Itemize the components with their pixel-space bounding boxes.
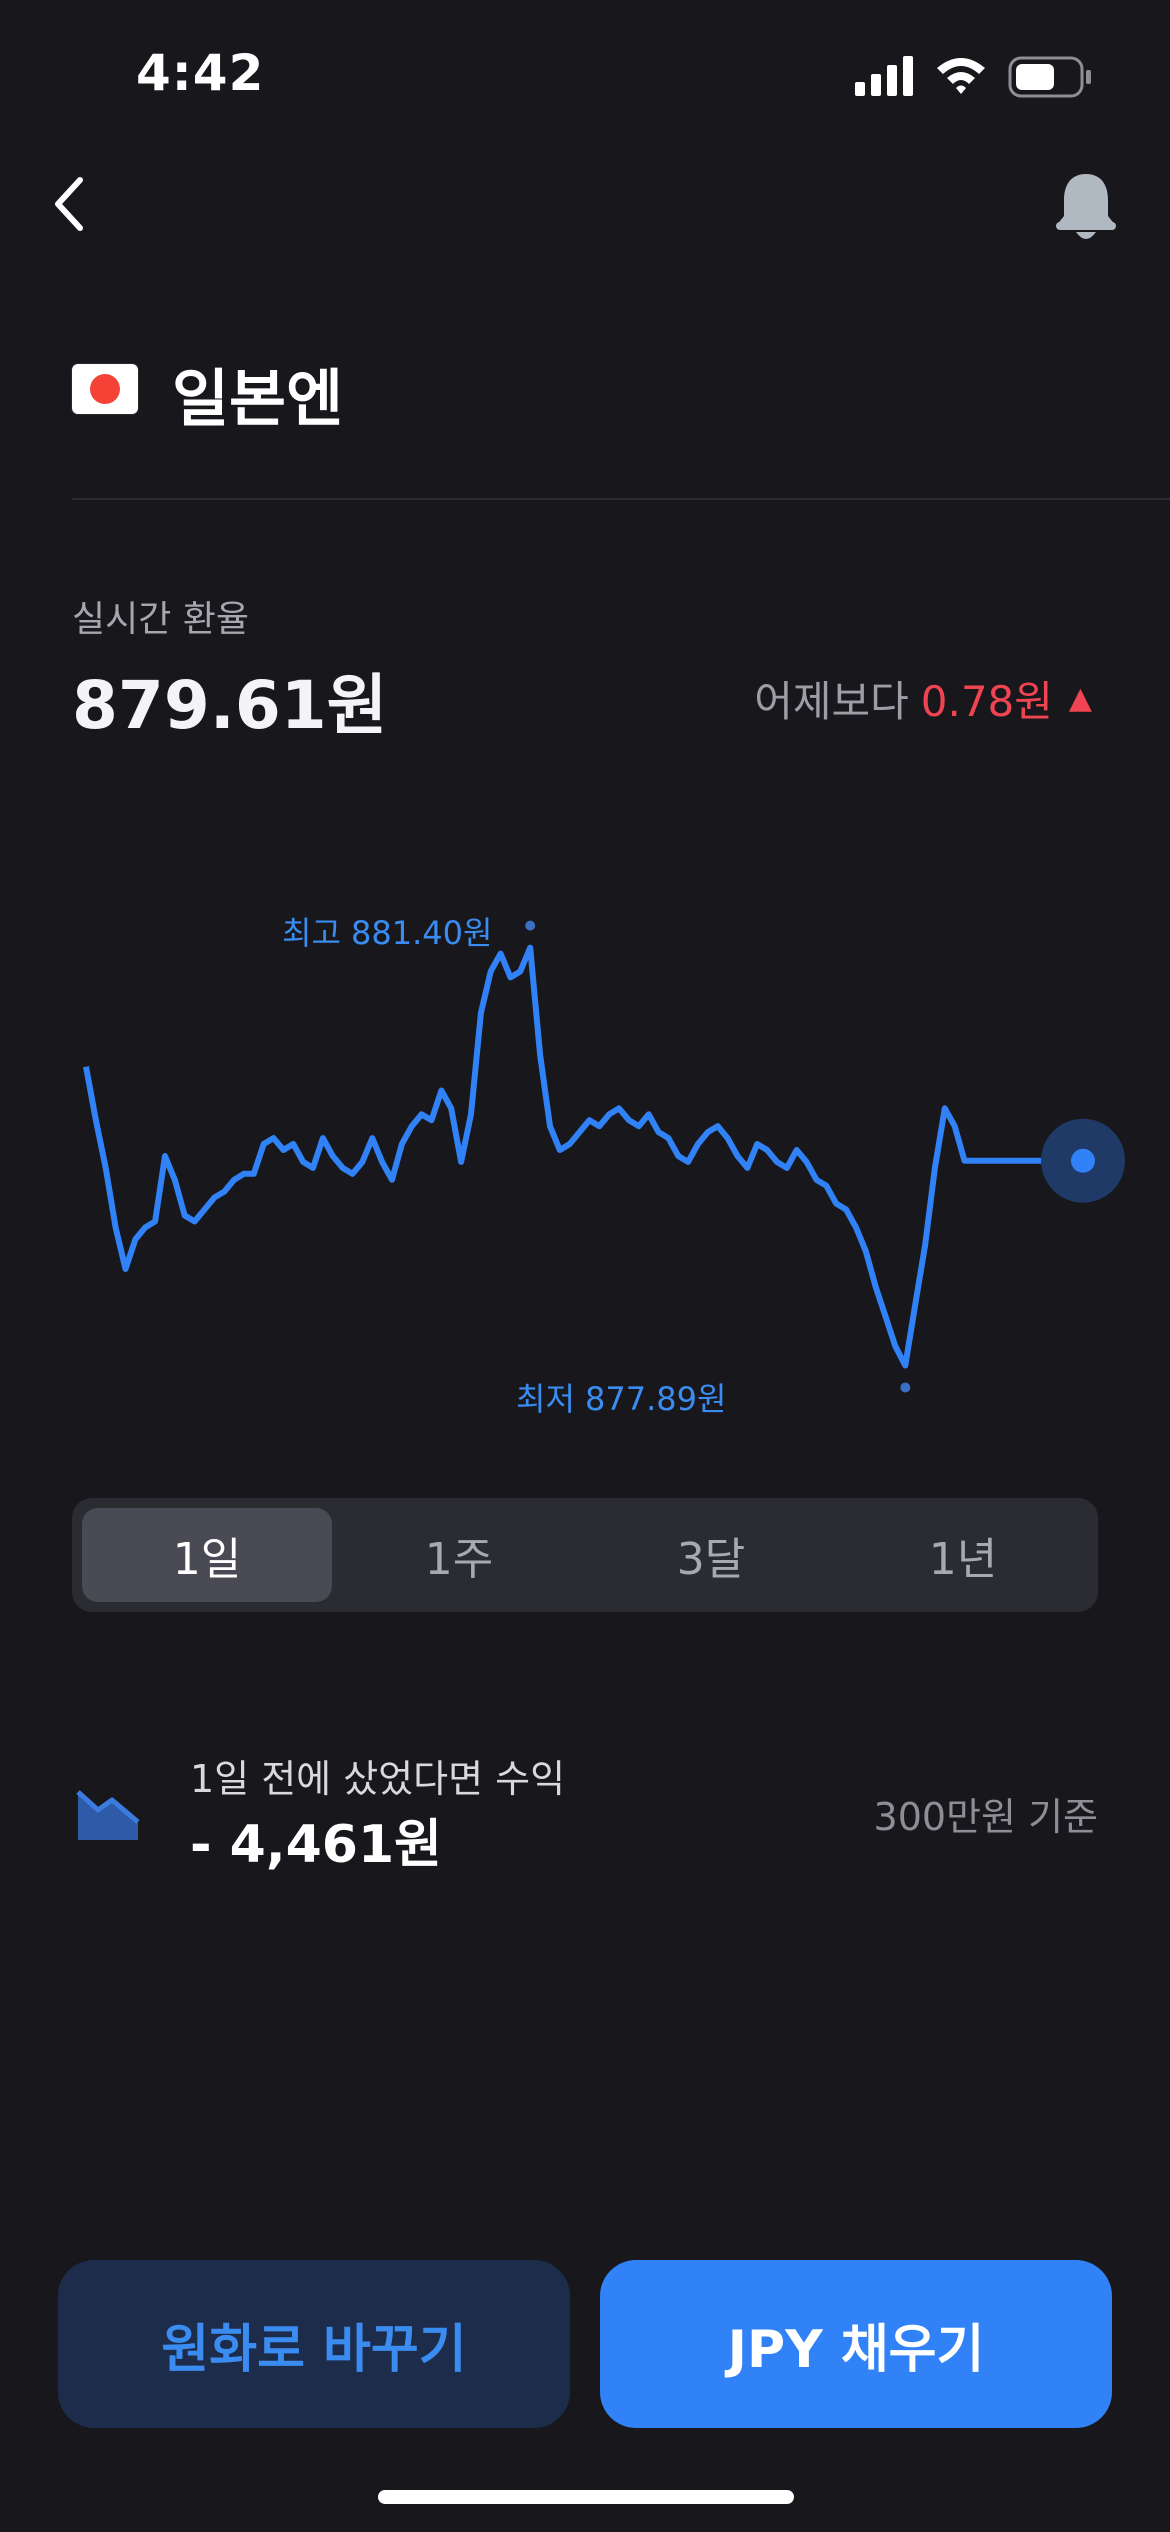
rate-change: 어제보다 0.78원 ▲ bbox=[754, 668, 1092, 729]
currency-title: 일본엔 bbox=[172, 362, 344, 435]
tab-1-week[interactable]: 1주 bbox=[334, 1508, 584, 1602]
fill-jpy-button[interactable]: JPY 채우기 bbox=[600, 2260, 1112, 2428]
exchange-to-krw-button[interactable]: 원화로 바꾸기 bbox=[58, 2260, 570, 2428]
rate-line bbox=[83, 944, 1083, 1369]
period-tabs: 1일 1주 3달 1년 bbox=[72, 1498, 1098, 1612]
bell-icon bbox=[1056, 174, 1116, 239]
japan-flag-icon bbox=[72, 364, 138, 414]
rate-value: 879.61원 bbox=[72, 667, 388, 744]
chart-low-label: 최저 877.89원 bbox=[516, 1380, 727, 1418]
rate-label: 실시간 환율 bbox=[72, 599, 250, 640]
cellular-signal-icon bbox=[855, 56, 913, 96]
change-value: 0.78원 bbox=[920, 677, 1053, 726]
tab-1-day[interactable]: 1일 bbox=[82, 1508, 332, 1602]
back-button[interactable] bbox=[46, 172, 94, 236]
chart-high-label: 최고 881.40원 bbox=[282, 914, 493, 952]
wifi-icon bbox=[937, 58, 985, 94]
high-point-marker bbox=[525, 920, 536, 931]
profit-basis: 300만원 기준 bbox=[873, 1795, 1098, 1839]
chevron-left-icon bbox=[55, 177, 83, 231]
rate-chart bbox=[83, 920, 1125, 1393]
change-prefix: 어제보다 bbox=[754, 677, 909, 726]
chart-down-icon bbox=[76, 1790, 140, 1840]
home-indicator bbox=[378, 2490, 794, 2504]
tab-1-year[interactable]: 1년 bbox=[838, 1508, 1088, 1602]
profit-label: 1일 전에 샀었다면 수익 bbox=[190, 1757, 566, 1801]
profit-value: - 4,461원 bbox=[190, 1815, 443, 1875]
tab-3-months[interactable]: 3달 bbox=[586, 1508, 836, 1602]
up-arrow-icon: ▲ bbox=[1068, 681, 1092, 716]
divider bbox=[72, 498, 1170, 500]
bell-button[interactable] bbox=[1052, 170, 1120, 246]
low-point-marker bbox=[900, 1382, 911, 1393]
current-point bbox=[1071, 1148, 1095, 1173]
battery-icon bbox=[1008, 56, 1091, 98]
status-time: 4:42 bbox=[136, 44, 265, 102]
